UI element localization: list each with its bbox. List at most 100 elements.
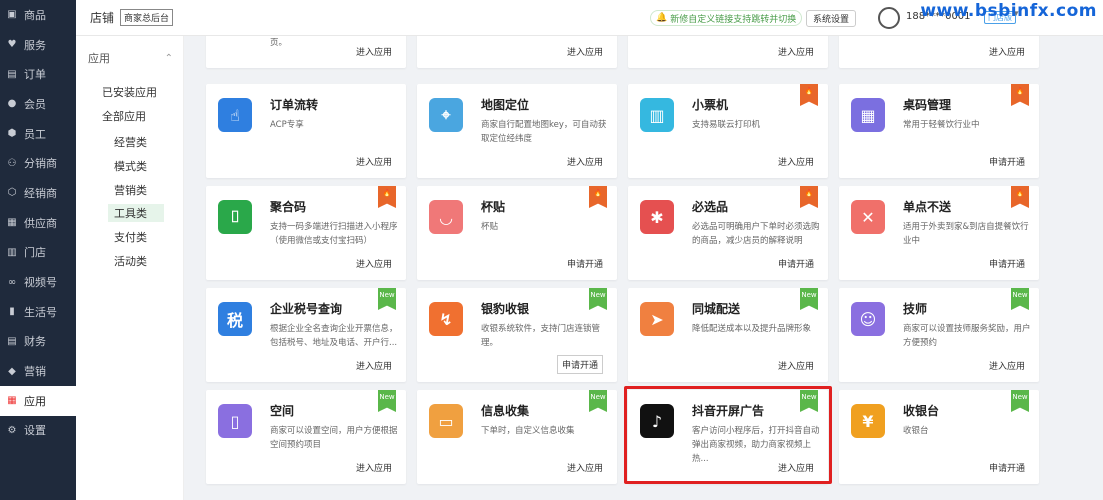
enter-app-link[interactable]: 进入应用 xyxy=(778,359,814,372)
app-name: 地图定位 xyxy=(481,98,530,112)
app-card[interactable]: ⌷ 聚合码 支持一码多端进行扫描进入小程序（使用微信或支付宝扫码） 进入应用 🔥 xyxy=(206,186,406,280)
receipt-printer-icon: ▥ xyxy=(640,98,674,132)
apply-open-link[interactable]: 申请开通 xyxy=(556,355,603,374)
app-card[interactable]: ◡ 杯贴 杯贴 申请开通 🔥 xyxy=(417,186,617,280)
app-card[interactable]: ▦ 桌码管理 常用于轻餐饮行业中 申请开通 🔥 xyxy=(839,84,1039,178)
sub-nav-category[interactable]: 经营类 xyxy=(114,134,147,150)
app-card[interactable]: ▥ 小票机 支持易联云打印机 进入应用 🔥 xyxy=(628,84,828,178)
heart-icon: ♥ xyxy=(7,39,17,51)
app-card[interactable]: ▭ 信息收集 下单时，自定义信息收集 进入应用 New xyxy=(417,390,617,484)
hot-badge-icon: 🔥 xyxy=(378,186,396,208)
app-card[interactable]: ☺ 技师 商家可以设置技师服务奖励，用户方便预约 进入应用 New xyxy=(839,288,1039,382)
app-card[interactable]: 税 企业税号查询 根据企业全名查询企业开票信息，包括税号、地址及电话、开户行... 进… xyxy=(206,288,406,382)
nav-item-video[interactable]: ∞ 视频号 xyxy=(0,267,76,297)
app-card[interactable]: ↯ 银豹收银 收银系统软件，支持门店连锁管理。 申请开通 New xyxy=(417,288,617,382)
merchant-console-tag[interactable]: 商家总后台 xyxy=(120,9,174,26)
apply-open-link[interactable]: 申请开通 xyxy=(989,257,1025,270)
apply-open-link[interactable]: 申请开通 xyxy=(989,461,1025,474)
app-card[interactable]: ⌖ 地图定位 商家自行配置地图key，可自动获取定位经纬度 进入应用 xyxy=(417,84,617,178)
app-name: 同城配送 xyxy=(692,302,741,316)
apply-open-link[interactable]: 申请开通 xyxy=(778,257,814,270)
hot-badge-icon: 🔥 xyxy=(1011,186,1029,208)
apply-open-link[interactable]: 申请开通 xyxy=(567,257,603,270)
enter-app-link[interactable]: 进入应用 xyxy=(567,461,603,474)
nav-item-finance[interactable]: ▤ 财务 xyxy=(0,327,76,357)
nav-item-life[interactable]: ▮ 生活号 xyxy=(0,297,76,327)
avatar[interactable] xyxy=(878,7,900,29)
user-icon: ● xyxy=(7,98,17,110)
nav-item-label: 订单 xyxy=(24,68,46,82)
nav-item-distributor[interactable]: ⚇ 分销商 xyxy=(0,148,76,178)
app-desc: 支持易联云打印机 xyxy=(692,120,761,130)
app-desc: 商家可以设置技师服务奖励，用户方便预约 xyxy=(903,324,1031,348)
apply-open-link[interactable]: 申请开通 xyxy=(989,155,1025,168)
app-card-partial[interactable]: 进入应用 xyxy=(417,36,617,68)
nav-item-box[interactable]: ▣ 商品 xyxy=(0,0,76,30)
notice-banner[interactable]: 🔔 新修自定义链接支持跳转并切换 xyxy=(650,10,803,26)
app-card-partial[interactable]: 页。 进入应用 xyxy=(206,36,406,68)
app-card[interactable]: ✕ 单点不送 适用于外卖到家&到店自提餐饮行业中 申请开通 🔥 xyxy=(839,186,1039,280)
sub-nav-category[interactable]: 活动类 xyxy=(114,253,147,269)
system-settings-button[interactable]: 系统设置 xyxy=(806,10,857,27)
app-desc: 杯贴 xyxy=(481,222,499,232)
enter-app-link[interactable]: 进入应用 xyxy=(356,461,392,474)
enter-app-link[interactable]: 进入应用 xyxy=(989,45,1025,58)
enter-app-link[interactable]: 进入应用 xyxy=(989,359,1025,372)
enter-app-link[interactable]: 进入应用 xyxy=(356,155,392,168)
tax-icon: 税 xyxy=(218,302,252,336)
sub-nav-all-apps[interactable]: 全部应用 xyxy=(102,108,146,124)
sub-nav-category-active[interactable]: 工具类 xyxy=(108,204,164,222)
nav-item-label: 经销商 xyxy=(24,186,57,200)
enter-app-link[interactable]: 进入应用 xyxy=(356,45,392,58)
new-badge-icon: New xyxy=(589,288,607,310)
enter-app-link[interactable]: 进入应用 xyxy=(356,359,392,372)
app-desc: 必选品可明确用户下单时必须选购的商品，减少店员的解释说明 xyxy=(692,222,820,246)
app-name: 小票机 xyxy=(692,98,729,112)
sub-nav-header[interactable]: 应用 ⌃ xyxy=(76,36,183,66)
nav-item-heart[interactable]: ♥ 服务 xyxy=(0,30,76,60)
new-badge-icon: New xyxy=(378,288,396,310)
sub-nav-category[interactable]: 模式类 xyxy=(114,158,147,174)
nav-item-label: 会员 xyxy=(24,97,46,111)
app-desc: 收银台 xyxy=(903,426,929,436)
app-card[interactable]: ¥ 收银台 收银台 申请开通 New xyxy=(839,390,1039,484)
nav-item-user[interactable]: ● 会员 xyxy=(0,89,76,119)
apps-icon: ▦ xyxy=(7,395,17,407)
supplier-icon: ▦ xyxy=(7,217,17,229)
enter-app-link[interactable]: 进入应用 xyxy=(356,257,392,270)
enter-app-link[interactable]: 进入应用 xyxy=(567,45,603,58)
nav-item-label: 设置 xyxy=(24,424,46,438)
nav-item-label: 商品 xyxy=(24,8,46,22)
highlight-box xyxy=(624,386,832,484)
nav-item-marketing[interactable]: ◆ 营销 xyxy=(0,356,76,386)
enter-app-link[interactable]: 进入应用 xyxy=(778,155,814,168)
app-card-partial[interactable]: 进入应用 xyxy=(839,36,1039,68)
notice-text: 新修自定义链接支持跳转并切换 xyxy=(670,14,797,25)
nav-item-label: 视频号 xyxy=(24,276,57,290)
sub-nav-category[interactable]: 营销类 xyxy=(114,182,147,198)
app-desc: 商家可以设置空间，用户方便根据空间预约项目 xyxy=(270,426,398,450)
app-card[interactable]: ☝ 订单流转 ACP专享 进入应用 xyxy=(206,84,406,178)
nav-item-dealer[interactable]: ⬡ 经销商 xyxy=(0,178,76,208)
nav-item-settings[interactable]: ⚙ 设置 xyxy=(0,416,76,446)
nav-item-apps[interactable]: ▦ 应用 xyxy=(0,385,76,416)
app-card[interactable]: ➤ 同城配送 降低配送成本以及提升品牌形象 进入应用 New xyxy=(628,288,828,382)
nav-item-staff[interactable]: ⬢ 员工 xyxy=(0,119,76,149)
new-badge-icon: New xyxy=(378,390,396,412)
app-name: 技师 xyxy=(903,302,928,316)
enter-app-link[interactable]: 进入应用 xyxy=(567,155,603,168)
app-desc: 下单时，自定义信息收集 xyxy=(481,426,575,436)
app-card[interactable]: ▯ 空间 商家可以设置空间，用户方便根据空间预约项目 进入应用 New xyxy=(206,390,406,484)
sub-nav-installed[interactable]: 已安装应用 xyxy=(102,84,157,100)
store-icon: ▥ xyxy=(7,246,17,258)
sub-nav-category[interactable]: 支付类 xyxy=(114,229,147,245)
app-card[interactable]: ✱ 必选品 必选品可明确用户下单时必须选购的商品，减少店员的解释说明 申请开通 🔥 xyxy=(628,186,828,280)
qr-grid-icon: ▦ xyxy=(851,98,885,132)
nav-item-label: 员工 xyxy=(24,127,46,141)
enter-app-link[interactable]: 进入应用 xyxy=(778,45,814,58)
nav-item-store[interactable]: ▥ 门店 xyxy=(0,238,76,268)
nav-item-supplier[interactable]: ▦ 供应商 xyxy=(0,208,76,238)
nav-item-order[interactable]: ▤ 订单 xyxy=(0,59,76,89)
life-icon: ▮ xyxy=(9,306,15,318)
app-card-partial[interactable]: 进入应用 xyxy=(628,36,828,68)
